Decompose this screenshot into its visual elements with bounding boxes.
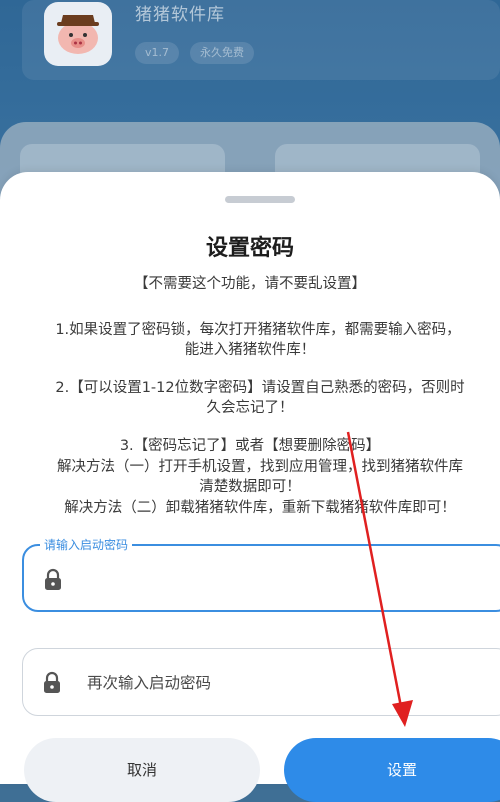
confirm-password-input[interactable]: 再次输入启动密码 <box>22 648 500 716</box>
confirm-password-placeholder: 再次输入启动密码 <box>87 674 212 692</box>
password-input-label: 请输入启动密码 <box>40 536 133 553</box>
instruction-line: 3.【密码忘记了】或者【想要删除密码】 <box>119 438 381 454</box>
instruction-line: 解决方法（一）打开手机设置，找到应用管理，找到猪猪软件库 <box>57 459 463 475</box>
lock-icon <box>42 568 64 592</box>
free-tag: 永久免费 <box>190 42 254 64</box>
instruction-line: 能进入猪猪软件库！ <box>184 342 316 358</box>
instruction-line: 解决方法（二）卸载猪猪软件库，重新下载猪猪软件库即可！ <box>64 500 456 516</box>
set-button[interactable]: 设置 <box>284 738 500 802</box>
drag-handle[interactable] <box>225 196 295 203</box>
notice-line: 【不需要这个功能，请不要乱设置】 <box>134 276 366 292</box>
lock-icon <box>41 671 63 695</box>
password-input[interactable]: 请输入启动密码 <box>22 536 500 612</box>
version-tag: v1.7 <box>135 42 180 64</box>
instruction-line: 久会忘记了！ <box>206 400 294 416</box>
set-password-sheet: 设置密码 【不需要这个功能，请不要乱设置】 1.如果设置了密码锁，每次打开猪猪软… <box>0 172 500 802</box>
app-name: 猪猪软件库 <box>135 5 225 25</box>
instruction-line: 清楚数据即可！ <box>199 479 301 495</box>
instruction-line: 2.【可以设置1-12位数字密码】请设置自己熟悉的密码，否则时 <box>55 380 465 396</box>
pig-icon <box>44 2 112 66</box>
dialog-title: 设置密码 <box>205 236 294 261</box>
cancel-button[interactable]: 取消 <box>24 738 260 802</box>
instruction-line: 1.如果设置了密码锁，每次打开猪猪软件库，都需要输入密码， <box>55 322 461 338</box>
